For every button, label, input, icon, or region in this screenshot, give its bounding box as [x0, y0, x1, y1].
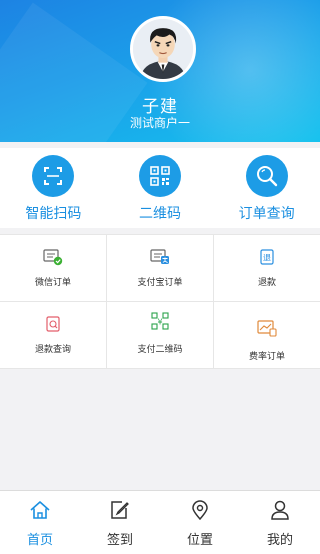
avatar[interactable] — [130, 16, 196, 82]
refund-icon: 退 — [260, 249, 274, 265]
scan-icon — [32, 155, 75, 197]
grid-item-refund[interactable]: 退 退款 — [214, 235, 320, 302]
grid-item-label: 退款 — [257, 278, 276, 288]
quick-action-label: 智能扫码 — [25, 206, 82, 222]
alipay-order-icon — [150, 249, 169, 264]
grid-item-pay-qrcode[interactable]: ¥ 支付二维码 — [107, 302, 214, 369]
rate-order-icon — [257, 320, 277, 337]
profile-icon — [271, 500, 289, 520]
location-icon — [192, 500, 208, 521]
search-icon — [245, 155, 288, 197]
user-avatar-icon — [133, 19, 193, 79]
bottom-tab-bar: 首页 签到 位置 我的 — [0, 490, 320, 554]
grid-item-refund-query[interactable]: 退款查询 — [0, 302, 107, 369]
quick-action-order-query[interactable]: 订单查询 — [213, 148, 320, 228]
grid-item-wechat-order[interactable]: 微信订单 — [0, 235, 107, 302]
pay-qrcode-icon-glyph: ¥ — [157, 318, 162, 327]
tab-checkin[interactable]: 签到 — [80, 491, 160, 554]
grid-item-alipay-order[interactable]: 支付宝订单 — [107, 235, 214, 302]
grid-item-rate-order[interactable]: 费率订单 — [214, 302, 320, 369]
tab-label: 首页 — [26, 533, 53, 548]
grid-item-label: 退款查询 — [34, 345, 71, 355]
grid-item-label: 支付二维码 — [137, 345, 183, 355]
qrcode-icon — [139, 155, 181, 197]
function-grid: 微信订单 支付宝订单 退 退款 退款查询 ¥ 支付二维码 费率订单 — [0, 234, 320, 369]
grid-item-label: 费率订单 — [248, 352, 285, 362]
tab-label: 位置 — [186, 533, 213, 548]
grid-item-label: 支付宝订单 — [137, 278, 183, 288]
tab-label: 签到 — [106, 533, 133, 548]
grid-item-label: 微信订单 — [34, 278, 71, 288]
quick-action-label: 订单查询 — [238, 206, 295, 222]
quick-action-smart-scan[interactable]: 智能扫码 — [0, 148, 107, 228]
pay-qrcode-icon: ¥ — [151, 312, 169, 330]
tab-label: 我的 — [266, 533, 293, 548]
home-icon — [30, 501, 50, 519]
tab-profile[interactable]: 我的 — [240, 491, 320, 554]
quick-action-qrcode[interactable]: 二维码 — [107, 148, 214, 228]
wechat-order-icon — [43, 249, 63, 266]
tab-location[interactable]: 位置 — [160, 491, 240, 554]
quick-action-label: 二维码 — [139, 206, 181, 222]
refund-icon-glyph: 退 — [263, 254, 271, 263]
refund-query-icon — [46, 316, 60, 332]
quick-actions: 智能扫码 二维码 订单查询 — [0, 148, 320, 228]
merchant-name: 测试商户一 — [129, 116, 190, 130]
profile-header: 子建 测试商户一 — [0, 0, 320, 142]
tab-home[interactable]: 首页 — [0, 491, 80, 554]
checkin-icon — [111, 501, 129, 519]
